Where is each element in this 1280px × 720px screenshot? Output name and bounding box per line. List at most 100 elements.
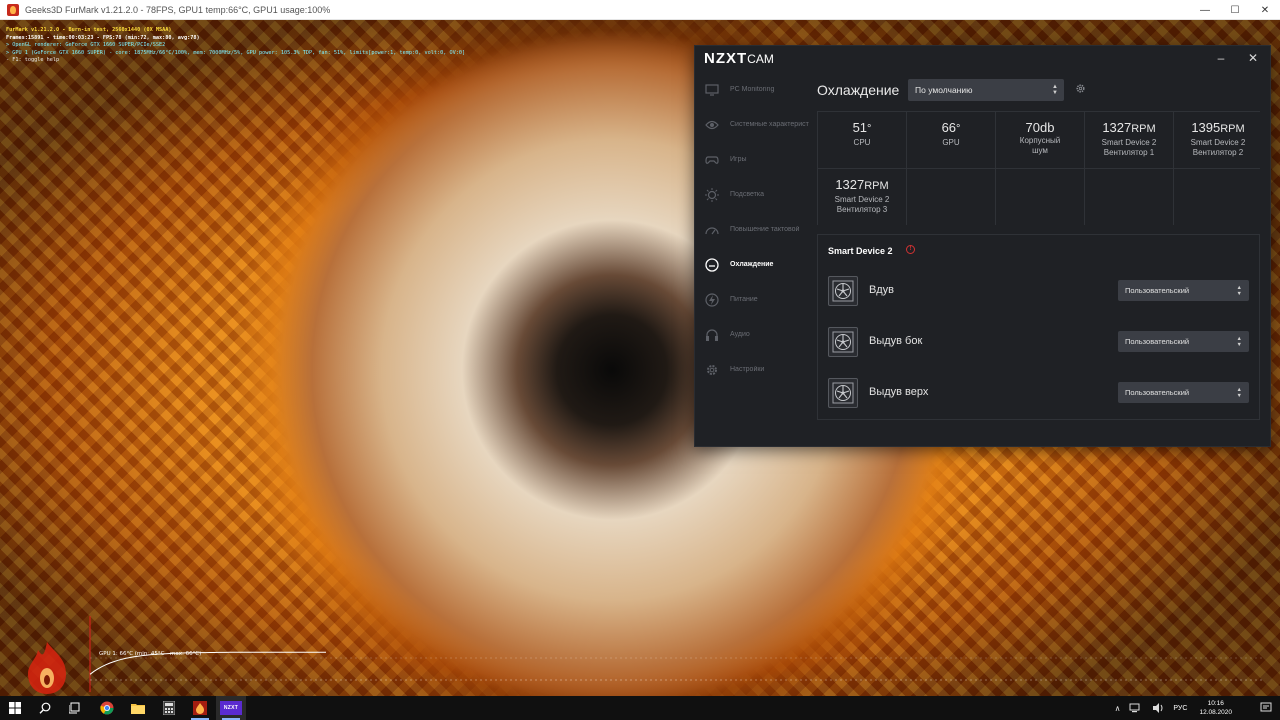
nav-lighting[interactable]: Подсветка [695, 177, 809, 212]
fan-icon [828, 327, 858, 357]
fan-name: Вдув [869, 284, 894, 296]
stat-unit: RPM [1220, 123, 1245, 135]
cam-minimize-icon[interactable]: – [1211, 48, 1231, 68]
stat-fan1-rpm: 1327RPM Smart Device 2 Вентилятор 1 [1085, 112, 1173, 168]
device-title: Smart Device 2 [828, 246, 893, 256]
fan-mode-value: Пользовательский [1125, 388, 1190, 397]
nav-label: Настройки [730, 366, 765, 373]
stat-value: 70db [1026, 120, 1055, 135]
input-language-indicator[interactable]: РУС [1173, 705, 1187, 712]
overlay-line: - F1: toggle help [6, 57, 60, 64]
select-arrows-icon: ▲ ▼ [1052, 84, 1058, 96]
maximize-icon[interactable]: ☐ [1220, 0, 1250, 20]
nav-audio[interactable]: Аудио [695, 317, 809, 352]
furmark-titlebar: Geeks3D FurMark v1.21.2.0 - 78FPS, GPU1 … [0, 0, 1280, 20]
stat-number: 66 [941, 120, 957, 135]
fan-mode-value: Пользовательский [1125, 286, 1190, 295]
close-icon[interactable]: ✕ [1250, 0, 1280, 20]
fan-icon [828, 276, 858, 306]
nav-label: Охлаждение [730, 261, 774, 268]
nav-label: PC Monitoring [730, 86, 775, 93]
stat-fan2-rpm: 1395RPM Smart Device 2 Вентилятор 2 [1174, 112, 1262, 168]
fan-row-intake: Вдув Пользовательский ▲ ▼ [828, 276, 1249, 308]
nav-games[interactable]: Игры [695, 142, 809, 177]
stat-unit: ° [956, 123, 961, 135]
nzxt-cam-icon: NZXT [220, 701, 242, 715]
device-warning-icon[interactable]: ! [906, 245, 915, 254]
overclock-gauge-icon [705, 223, 719, 237]
select-arrows-icon: ▲ ▼ [1236, 285, 1242, 297]
volume-icon[interactable] [1152, 703, 1164, 713]
nav-cooling[interactable]: Охлаждение [695, 247, 809, 282]
furmark-flame-logo [28, 642, 66, 694]
file-explorer-icon [131, 704, 145, 714]
power-bolt-icon [705, 292, 719, 307]
nzxt-cam-taskbar-button[interactable]: NZXT [216, 696, 246, 720]
profile-settings-gear-icon[interactable] [1075, 83, 1086, 94]
fan-mode-select[interactable]: Пользовательский ▲ ▼ [1118, 382, 1249, 403]
fan-row-exhaust-side: Выдув бок Пользовательский ▲ ▼ [828, 327, 1249, 359]
stat-label: CPU [853, 138, 871, 147]
furmark-taskbar-button[interactable] [185, 696, 215, 720]
stat-unit: ° [867, 123, 872, 135]
network-icon[interactable] [1129, 703, 1143, 713]
headphones-icon [705, 328, 719, 342]
nav-system-specs[interactable]: Системные характеристики [695, 107, 809, 142]
cooling-profile-select[interactable]: По умолчанию ▲ ▼ [908, 79, 1064, 101]
stat-empty-cell [907, 169, 995, 225]
cam-close-icon[interactable]: ✕ [1243, 48, 1263, 68]
search-button[interactable] [30, 696, 60, 720]
nzxt-cam-window: NZXTCAM – ✕ PC Monitoring Системные хара… [695, 46, 1270, 446]
task-view-button[interactable] [60, 696, 90, 720]
clock-time: 10:16 [1207, 700, 1224, 707]
furmark-window-controls: — ☐ ✕ [1190, 0, 1280, 20]
stat-label: Smart Device 2 [834, 195, 890, 204]
stat-value: 1327RPM [835, 177, 888, 194]
file-explorer-taskbar-button[interactable] [123, 696, 153, 720]
fan-mode-select[interactable]: Пользовательский ▲ ▼ [1118, 280, 1249, 301]
logo-brand: NZXT [704, 50, 748, 67]
sensor-stats-grid: 51° CPU 66° GPU 70db Корпусный шум 1327R… [817, 111, 1262, 225]
stat-unit: RPM [864, 180, 889, 192]
nav-power[interactable]: Питание [695, 282, 809, 317]
cam-header: NZXTCAM – ✕ [695, 46, 1270, 70]
stat-number: 1327 [1102, 120, 1132, 135]
notifications-icon[interactable] [1260, 702, 1272, 714]
fan-row-exhaust-top: Выдув верх Пользовательский ▲ ▼ [828, 378, 1249, 410]
tray-overflow-chevron-icon[interactable]: ∧ [1115, 704, 1121, 713]
chrome-taskbar-button[interactable] [92, 696, 122, 720]
fan-mode-select[interactable]: Пользовательский ▲ ▼ [1118, 331, 1249, 352]
fan-name: Выдув бок [869, 335, 923, 347]
clock-date: 12.08.2020 [1199, 709, 1232, 716]
nav-pc-monitoring[interactable]: PC Monitoring [695, 72, 809, 107]
nzxt-cam-logo: NZXTCAM [704, 50, 774, 67]
stat-fan3-rpm: 1327RPM Smart Device 2 Вентилятор 3 [818, 169, 906, 225]
fan-icon [828, 378, 858, 408]
stat-label: Вентилятор 3 [836, 205, 888, 214]
select-arrows-icon: ▲ ▼ [1236, 336, 1242, 348]
stat-value: 1327RPM [1102, 120, 1155, 137]
nav-label: Повышение тактовой [730, 226, 800, 233]
minimize-icon[interactable]: — [1190, 0, 1220, 20]
overlay-line: > GPU 1 (GeForce GTX 1660 SUPER) - core:… [6, 49, 466, 56]
taskbar-clock[interactable]: 10:16 12.08.2020 [1199, 699, 1232, 717]
stat-label: Корпусный [1019, 136, 1061, 145]
overlay-line: > OpenGL renderer: GeForce GTX 1660 SUPE… [6, 42, 166, 49]
stat-number: 70db [1025, 120, 1055, 135]
nav-label: Аудио [730, 331, 750, 338]
calculator-taskbar-button[interactable] [154, 696, 184, 720]
gpu-temp-graph-label: GPU 1: 66°C (min: 45°C - max: 66°C) [99, 651, 202, 657]
nav-overclocking[interactable]: Повышение тактовой [695, 212, 809, 247]
search-icon [39, 702, 51, 714]
stat-number: 1395 [1191, 120, 1221, 135]
fan-name: Выдув верх [869, 386, 929, 398]
stat-number: 51 [852, 120, 868, 135]
start-button[interactable] [0, 696, 30, 720]
stat-empty-cell [1085, 169, 1173, 225]
nav-settings[interactable]: Настройки [695, 352, 809, 387]
smart-device-panel: Smart Device 2 ! Вдув Пользовательский ▲… [817, 234, 1260, 420]
settings-gear-icon [705, 363, 719, 377]
page-title: Охлаждение [817, 82, 900, 98]
stat-unit: RPM [1131, 123, 1156, 135]
select-arrows-icon: ▲ ▼ [1236, 387, 1242, 399]
